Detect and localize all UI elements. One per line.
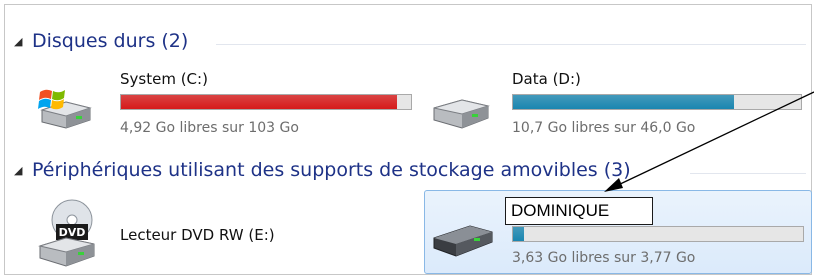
annotation-arrow <box>604 91 814 192</box>
